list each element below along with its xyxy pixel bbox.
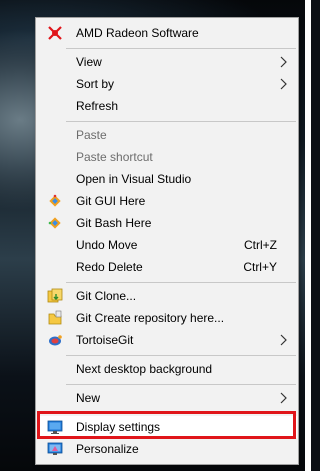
menu-item-git-clone[interactable]: Git Clone... xyxy=(37,285,297,307)
menu-item-label: Personalize xyxy=(76,442,139,456)
menu-item-paste-shortcut: Paste shortcut xyxy=(37,146,297,168)
menu-item-redo-delete[interactable]: Redo Delete Ctrl+Y xyxy=(37,256,297,278)
menu-item-label: AMD Radeon Software xyxy=(76,26,199,40)
tortoisegit-icon xyxy=(49,335,62,346)
menu-item-next-desktop-background[interactable]: Next desktop background xyxy=(37,358,297,380)
menu-item-paste: Paste xyxy=(37,124,297,146)
menu-item-refresh[interactable]: Refresh xyxy=(37,95,297,117)
menu-item-label: Redo Delete xyxy=(76,260,143,274)
menu-item-label: Git GUI Here xyxy=(76,194,146,208)
menu-item-shortcut: Ctrl+Z xyxy=(244,238,277,252)
menu-item-git-create-repository[interactable]: Git Create repository here... xyxy=(37,307,297,329)
personalize-icon xyxy=(47,442,63,455)
menu-item-label: Git Clone... xyxy=(76,289,137,303)
desktop-context-menu: AMD Radeon Software View Sort by Refresh… xyxy=(35,17,299,465)
menu-item-git-gui-here[interactable]: Git GUI Here xyxy=(37,190,297,212)
chevron-right-icon xyxy=(280,78,287,90)
chevron-right-icon xyxy=(280,56,287,68)
menu-item-view[interactable]: View xyxy=(37,51,297,73)
chevron-right-icon xyxy=(280,392,287,404)
menu-item-label: Paste shortcut xyxy=(76,150,153,164)
git-gui-icon xyxy=(49,194,61,207)
menu-separator xyxy=(66,282,296,283)
menu-item-open-in-visual-studio[interactable]: Open in Visual Studio xyxy=(37,168,297,190)
menu-item-label: Paste xyxy=(76,128,107,142)
menu-item-label: Sort by xyxy=(76,77,115,91)
chevron-right-icon xyxy=(280,334,287,346)
amd-radeon-icon xyxy=(48,26,62,40)
menu-item-label: View xyxy=(76,55,102,69)
menu-item-label: Git Bash Here xyxy=(76,216,152,230)
menu-item-undo-move[interactable]: Undo Move Ctrl+Z xyxy=(37,234,297,256)
menu-separator xyxy=(66,121,296,122)
window-edge xyxy=(305,0,311,471)
menu-item-sort-by[interactable]: Sort by xyxy=(37,73,297,95)
menu-item-label: Undo Move xyxy=(76,238,138,252)
menu-item-label: New xyxy=(76,391,101,405)
menu-item-amd-radeon-software[interactable]: AMD Radeon Software xyxy=(37,22,297,44)
menu-item-label: Git Create repository here... xyxy=(76,311,225,325)
menu-separator xyxy=(66,355,296,356)
menu-item-tortoisegit[interactable]: TortoiseGit xyxy=(37,329,297,351)
highlight-annotation xyxy=(37,411,296,439)
git-bash-icon xyxy=(48,217,61,229)
git-create-repo-icon xyxy=(48,310,62,325)
menu-separator xyxy=(66,384,296,385)
menu-item-personalize[interactable]: Personalize xyxy=(37,438,297,460)
menu-item-label: TortoiseGit xyxy=(76,333,134,347)
menu-item-label: Refresh xyxy=(76,99,119,113)
menu-item-new[interactable]: New xyxy=(37,387,297,409)
git-clone-icon xyxy=(47,288,63,303)
menu-item-git-bash-here[interactable]: Git Bash Here xyxy=(37,212,297,234)
menu-item-shortcut: Ctrl+Y xyxy=(243,260,277,274)
menu-separator xyxy=(66,48,296,49)
menu-item-label: Next desktop background xyxy=(76,362,213,376)
menu-item-label: Open in Visual Studio xyxy=(76,172,192,186)
